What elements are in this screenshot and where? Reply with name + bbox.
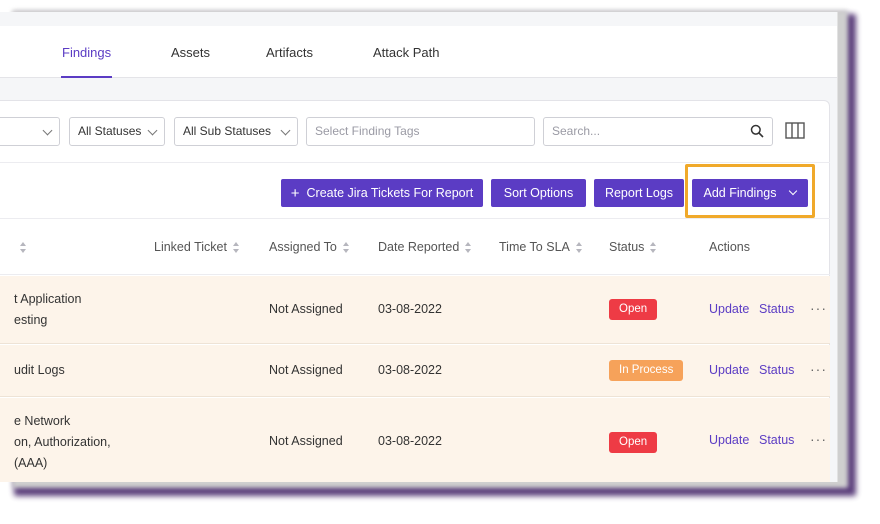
finding-name[interactable]: e Network on, Authorization, (AAA) [14, 411, 111, 474]
finding-name-line: e Network [14, 414, 71, 428]
sort-options-label: Sort Options [503, 186, 574, 200]
finding-name-line: (AAA) [14, 456, 48, 470]
tab-artifacts[interactable]: Artifacts [266, 26, 313, 78]
more-icon[interactable]: ··· [810, 361, 827, 377]
sort-icon [232, 242, 240, 253]
chevron-down-icon [280, 125, 291, 136]
filter-bar: All Statuses All Sub Statuses Select Fin… [0, 101, 830, 163]
finding-name-line: udit Logs [14, 363, 65, 377]
columns-icon[interactable] [785, 122, 805, 140]
table-row: e Network on, Authorization, (AAA) Not A… [0, 398, 830, 482]
tab-attack-path[interactable]: Attack Path [373, 26, 439, 78]
status-badge: In Process [609, 360, 684, 381]
partial-filter-select[interactable] [0, 117, 60, 146]
status-filter-value: All Statuses [78, 124, 142, 138]
sub-status-filter-select[interactable]: All Sub Statuses [174, 117, 298, 146]
add-findings-label: Add Findings [703, 186, 777, 200]
status-badge: Open [609, 299, 658, 320]
more-icon[interactable]: ··· [810, 300, 827, 316]
assigned-to-value: Not Assigned [269, 434, 343, 448]
column-label: Status [609, 240, 645, 254]
finding-name-line: esting [14, 313, 48, 327]
column-header-linked-ticket[interactable]: Linked Ticket [154, 219, 240, 275]
action-bar: + Create Jira Tickets For Report Sort Opt… [0, 163, 830, 219]
status-link[interactable]: Status [759, 363, 794, 377]
finding-tags-select[interactable]: Select Finding Tags [306, 117, 535, 146]
search-icon [750, 124, 764, 138]
table-row: udit Logs Not Assigned 03-08-2022 In Pro… [0, 345, 830, 397]
column-header-status[interactable]: Status [609, 219, 657, 275]
more-icon[interactable]: ··· [810, 431, 827, 447]
finding-name[interactable]: udit Logs [14, 360, 65, 381]
search-input[interactable]: Search... [543, 117, 773, 146]
column-header-name[interactable] [14, 219, 27, 275]
date-reported-value: 03-08-2022 [378, 363, 442, 377]
tab-bar: Findings Assets Artifacts Attack Path [0, 26, 837, 78]
sort-options-button[interactable]: Sort Options [491, 179, 586, 207]
create-jira-tickets-button[interactable]: + Create Jira Tickets For Report [281, 179, 483, 207]
status-filter-select[interactable]: All Statuses [69, 117, 165, 146]
date-reported-value: 03-08-2022 [378, 434, 442, 448]
finding-name-line: on, Authorization, [14, 435, 111, 449]
finding-name-line: t Application [14, 292, 82, 306]
status-link[interactable]: Status [759, 433, 794, 447]
report-logs-button[interactable]: Report Logs [594, 179, 684, 207]
sort-icon [20, 242, 27, 253]
sort-icon [650, 242, 657, 253]
sub-status-filter-value: All Sub Statuses [183, 124, 272, 138]
assigned-to-value: Not Assigned [269, 363, 343, 377]
update-link[interactable]: Update [709, 302, 749, 316]
chevron-down-icon [147, 125, 158, 136]
finding-tags-placeholder: Select Finding Tags [315, 124, 420, 138]
add-findings-button[interactable]: Add Findings [692, 179, 808, 207]
tab-findings[interactable]: Findings [60, 26, 113, 78]
tab-assets[interactable]: Assets [171, 26, 210, 78]
report-logs-label: Report Logs [604, 186, 674, 200]
plus-icon: + [290, 185, 300, 202]
assigned-to-value: Not Assigned [269, 302, 343, 316]
column-header-actions: Actions [709, 240, 750, 254]
table-row: t Application esting Not Assigned 03-08-… [0, 276, 830, 344]
column-label: Date Reported [378, 240, 460, 254]
column-header-time-to-sla[interactable]: Time To SLA [499, 219, 583, 275]
search-placeholder: Search... [552, 124, 601, 138]
update-link[interactable]: Update [709, 433, 749, 447]
sort-icon [465, 242, 472, 253]
column-label: Linked Ticket [154, 240, 227, 254]
column-header-date-reported[interactable]: Date Reported [378, 219, 472, 275]
date-reported-value: 03-08-2022 [378, 302, 442, 316]
update-link[interactable]: Update [709, 363, 749, 377]
finding-name[interactable]: t Application esting [14, 289, 81, 331]
column-label: Time To SLA [499, 240, 570, 254]
table-header: Linked Ticket Assigned To Date Reported … [0, 219, 830, 275]
findings-card: All Statuses All Sub Statuses Select Fin… [0, 100, 830, 482]
chevron-down-icon [789, 186, 798, 196]
sort-icon [575, 242, 583, 253]
create-jira-label: Create Jira Tickets For Report [306, 186, 474, 200]
status-link[interactable]: Status [759, 302, 794, 316]
findings-window: Findings Assets Artifacts Attack Path Al… [0, 12, 838, 482]
chevron-down-icon [42, 125, 53, 136]
column-header-assigned-to[interactable]: Assigned To [269, 219, 350, 275]
status-badge: Open [609, 432, 658, 453]
sort-icon [342, 242, 350, 253]
column-label: Assigned To [269, 240, 337, 254]
